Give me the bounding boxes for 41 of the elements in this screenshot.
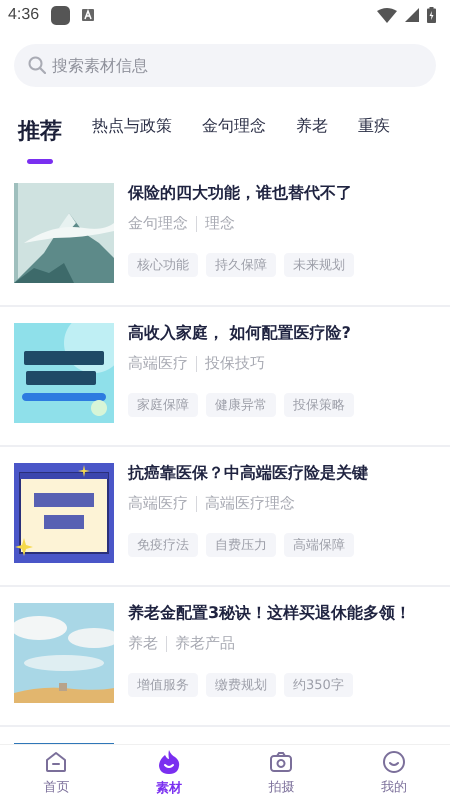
tag-chip: 家庭保障 bbox=[128, 393, 198, 417]
nav-tab[interactable]: 素材 bbox=[156, 778, 182, 796]
battery-icon bbox=[427, 7, 436, 23]
category-label: 高端医疗 bbox=[128, 354, 188, 373]
category-tab[interactable]: 推荐 bbox=[18, 100, 62, 164]
nav-tab[interactable]: 我的 bbox=[380, 778, 407, 796]
tag-chip: 健康异常 bbox=[206, 393, 276, 417]
subcategory-label: 高端医疗理念 bbox=[205, 494, 295, 513]
keyboard-notification-icon bbox=[82, 9, 94, 21]
category-tab[interactable]: 重疾 bbox=[358, 110, 390, 142]
nav-tab[interactable]: 拍摄 bbox=[268, 778, 294, 796]
nav-tab[interactable]: 首页 bbox=[43, 778, 70, 796]
article-title[interactable]: 保险的四大功能，谁也替代不了 bbox=[128, 182, 354, 204]
category-tab[interactable]: 养老 bbox=[296, 110, 328, 142]
wifi-icon bbox=[377, 8, 397, 22]
search-icon bbox=[28, 56, 46, 74]
category-label: 高端医疗 bbox=[128, 494, 188, 513]
search-field[interactable]: 搜索素材信息 bbox=[14, 44, 436, 87]
tag-chip: 自费压力 bbox=[206, 533, 276, 557]
status-time: 4:36 bbox=[8, 6, 40, 24]
category-tab[interactable]: 金句理念 bbox=[202, 110, 266, 142]
subcategory-label: 投保技巧 bbox=[205, 354, 265, 373]
article-title[interactable]: 高收入家庭， 如何配置医疗险? bbox=[128, 322, 354, 344]
tag-chip: 免疫疗法 bbox=[128, 533, 198, 557]
app-notification-icon bbox=[51, 6, 70, 24]
subcategory-label: 养老产品 bbox=[175, 634, 235, 653]
tag-chip: 未来规划 bbox=[284, 253, 354, 277]
signal-icon bbox=[405, 8, 419, 22]
tag-chip: 投保策略 bbox=[284, 393, 354, 417]
tag-chip: 缴费规划 bbox=[206, 673, 276, 697]
article-title[interactable]: 抗癌靠医保？中高端医疗险是关键 bbox=[128, 462, 368, 484]
tag-chip: 核心功能 bbox=[128, 253, 198, 277]
article-title[interactable]: 养老金配置3秘诀！这样买退休能多领！ bbox=[128, 602, 412, 624]
tag-chip: 持久保障 bbox=[206, 253, 276, 277]
category-label: 养老 bbox=[128, 634, 158, 653]
tag-chip: 高端保障 bbox=[284, 533, 354, 557]
category-label: 金句理念 bbox=[128, 214, 188, 233]
subcategory-label: 理念 bbox=[205, 214, 235, 233]
category-tab[interactable]: 热点与政策 bbox=[92, 110, 172, 142]
tag-chip: 约350字 bbox=[284, 673, 353, 697]
tag-chip: 增值服务 bbox=[128, 673, 198, 697]
